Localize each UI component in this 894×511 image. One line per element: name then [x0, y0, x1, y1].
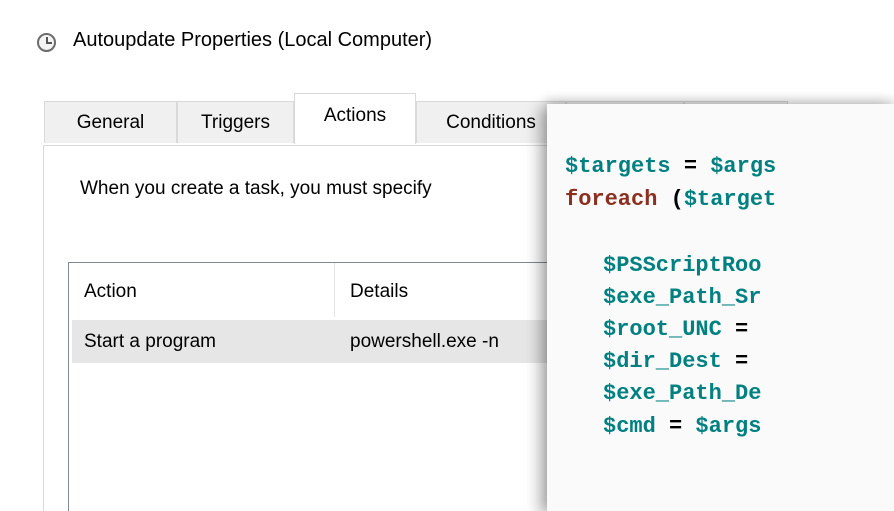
code-line: $root_UNC = [603, 317, 748, 342]
code-line: $targets = $args [565, 154, 776, 179]
code-snippet-overlay: $targets = $args foreach ($target $PSScr… [547, 104, 894, 511]
code-variable: $root_UNC [603, 317, 722, 342]
title-bar: Autoupdate Properties (Local Computer) [0, 0, 894, 90]
window-title: Autoupdate Properties (Local Computer) [73, 29, 433, 51]
clock-icon [37, 33, 56, 52]
properties-window: Autoupdate Properties (Local Computer) G… [0, 0, 894, 511]
column-header-action[interactable]: Action [84, 281, 137, 303]
code-line: $exe_Path_Sr [603, 285, 761, 310]
tab-conditions[interactable]: Conditions [416, 101, 566, 143]
instruction-text: When you create a task, you must specify [80, 178, 432, 199]
code-operator: = [721, 349, 749, 374]
code-keyword: foreach [565, 187, 658, 212]
code-variable: $exe_Path_De [603, 381, 762, 406]
code-variable: $targets [565, 154, 671, 179]
column-header-details[interactable]: Details [350, 281, 408, 303]
code-operator: = [655, 414, 696, 439]
code-operator: = [670, 154, 711, 179]
code-variable: $args [710, 154, 777, 179]
code-variable: $cmd [603, 414, 656, 439]
row-details-cell: powershell.exe -n [350, 331, 499, 352]
tab-actions[interactable]: Actions [294, 93, 416, 144]
column-divider[interactable] [334, 263, 335, 317]
tab-general[interactable]: General [44, 101, 177, 143]
code-line: $dir_Dest = [603, 349, 748, 374]
code-variable: $dir_Dest [603, 349, 722, 374]
code-line: $cmd = $args [603, 414, 761, 439]
code-operator: ( [657, 187, 684, 212]
code-variable: $exe_Path_Sr [603, 285, 762, 310]
tab-triggers[interactable]: Triggers [177, 101, 294, 143]
row-action-cell: Start a program [84, 331, 216, 352]
code-variable: $args [695, 414, 762, 439]
code-variable: $PSScriptRoo [603, 253, 762, 278]
code-operator: = [721, 317, 749, 342]
code-line: $exe_Path_De [603, 381, 761, 406]
code-line: $PSScriptRoo [603, 253, 761, 278]
code-line: foreach ($target [565, 187, 776, 212]
code-variable: $target [683, 187, 777, 212]
